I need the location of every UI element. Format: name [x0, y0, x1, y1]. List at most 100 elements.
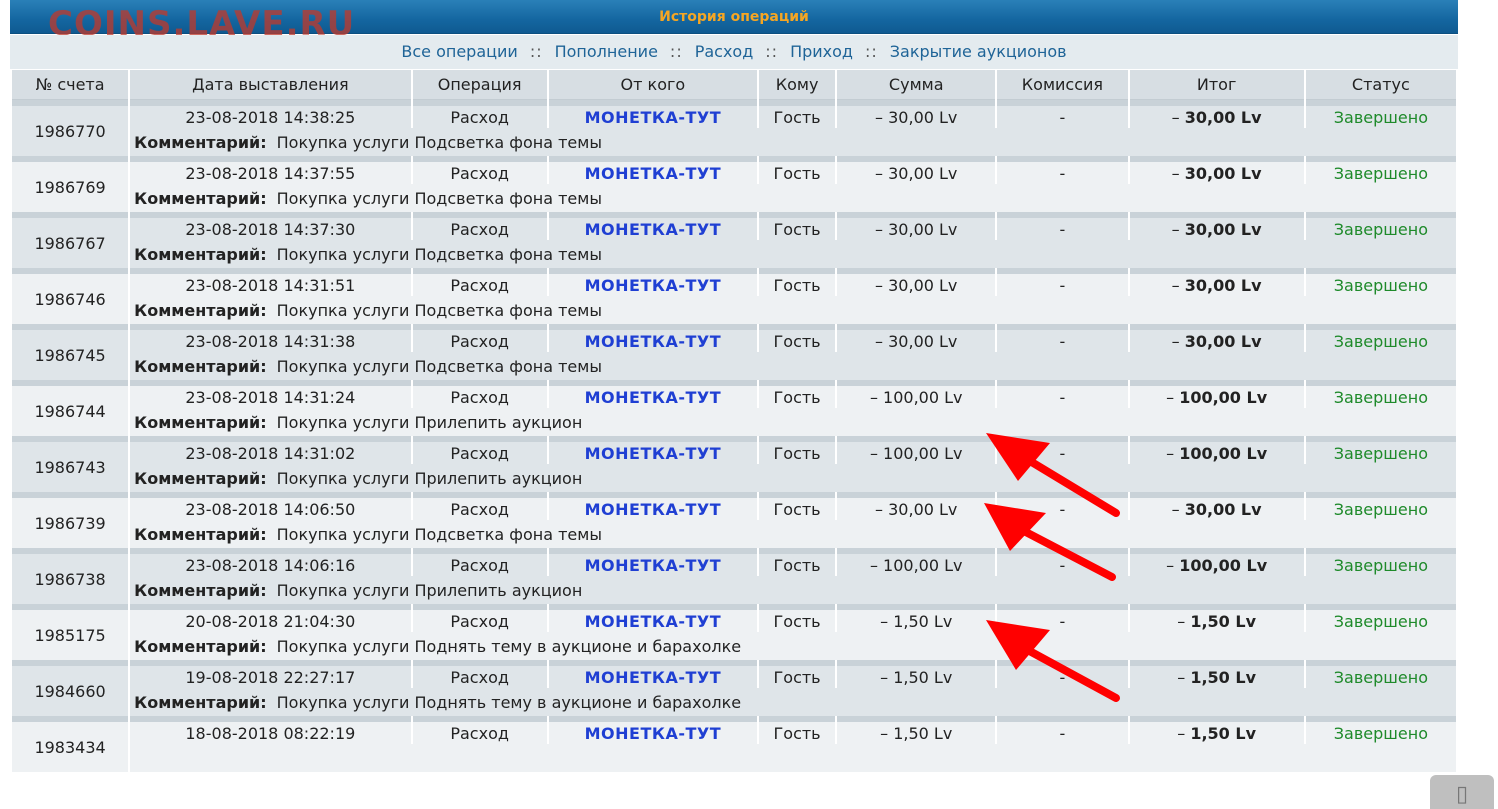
total-cell: – 1,50 Lv	[1129, 716, 1304, 744]
comment-text: Покупка услуги Поднять тему в аукционе и…	[276, 636, 742, 656]
operation-cell: Расход	[412, 548, 547, 576]
sender-link[interactable]: МОНЕТКА-ТУТ	[548, 604, 758, 632]
fee-cell: -	[997, 716, 1128, 744]
table-row: 1984660 19-08-2018 22:27:17 Расход МОНЕТКА-…	[12, 660, 1456, 716]
filter-link[interactable]: Пополнение	[555, 42, 658, 61]
sender-link[interactable]: МОНЕТКА-ТУТ	[548, 548, 758, 576]
recipient-cell: Гость	[759, 660, 836, 688]
account-number: 1986767	[12, 212, 129, 268]
filter-link[interactable]: Приход	[790, 42, 853, 61]
comment-cell: Комментарий: Покупка услуги Подсветка фон…	[130, 184, 1456, 212]
sender-link[interactable]: МОНЕТКА-ТУТ	[548, 268, 758, 296]
table-row: 1986739 23-08-2018 14:06:50 Расход МОНЕТКА-…	[12, 492, 1456, 548]
comment-row: Комментарий: Покупка услуги Подсветка фон…	[12, 128, 1456, 156]
recipient-cell: Гость	[759, 100, 836, 128]
recipient-cell: Гость	[759, 324, 836, 352]
account-number: 1986738	[12, 548, 129, 604]
comment-text: Покупка услуги Прилепить аукцион	[276, 412, 583, 432]
amount-cell: – 30,00 Lv	[837, 268, 996, 296]
comment-row: Комментарий: Покупка услуги Прилепить аук…	[12, 576, 1456, 604]
total-cell: – 100,00 Lv	[1129, 436, 1304, 464]
status-cell: Завершено	[1305, 324, 1456, 352]
comment-label: Комментарий:	[134, 524, 267, 544]
date-cell: 23-08-2018 14:31:51	[130, 268, 411, 296]
status-cell: Завершено	[1305, 100, 1456, 128]
sender-link[interactable]: МОНЕТКА-ТУТ	[548, 100, 758, 128]
fee-cell: -	[997, 380, 1128, 408]
amount-cell: – 1,50 Lv	[837, 604, 996, 632]
sender-link[interactable]: МОНЕТКА-ТУТ	[548, 380, 758, 408]
date-cell: 18-08-2018 08:22:19	[130, 716, 411, 744]
sender-link[interactable]: МОНЕТКА-ТУТ	[548, 324, 758, 352]
table-row: 1986745 23-08-2018 14:31:38 Расход МОНЕТКА-…	[12, 324, 1456, 380]
operation-cell: Расход	[412, 660, 547, 688]
sender-link[interactable]: МОНЕТКА-ТУТ	[548, 156, 758, 184]
sender-link[interactable]: МОНЕТКА-ТУТ	[548, 660, 758, 688]
amount-cell: – 30,00 Lv	[837, 492, 996, 520]
table-row: 1983434 18-08-2018 08:22:19 Расход МОНЕТКА-…	[12, 716, 1456, 772]
column-header: Кому	[759, 70, 836, 100]
filter-link[interactable]: Закрытие аукционов	[890, 42, 1067, 61]
date-cell: 23-08-2018 14:38:25	[130, 100, 411, 128]
comment-cell: Комментарий: Покупка услуги Подсветка фон…	[130, 128, 1456, 156]
sender-link[interactable]: МОНЕТКА-ТУТ	[548, 716, 758, 744]
status-cell: Завершено	[1305, 268, 1456, 296]
comment-cell: Комментарий: Покупка услуги Подсветка фон…	[130, 352, 1456, 380]
column-header: Итог	[1129, 70, 1304, 100]
filter-link[interactable]: Расход	[695, 42, 754, 61]
comment-row: Комментарий: Покупка услуги Подсветка фон…	[12, 184, 1456, 212]
comment-label: Комментарий:	[134, 468, 267, 488]
comment-label: Комментарий:	[134, 692, 267, 712]
date-cell: 23-08-2018 14:31:38	[130, 324, 411, 352]
status-cell: Завершено	[1305, 660, 1456, 688]
column-header: Операция	[412, 70, 547, 100]
date-cell: 23-08-2018 14:06:50	[130, 492, 411, 520]
table-row: 1986770 23-08-2018 14:38:25 Расход МОНЕТКА-…	[12, 100, 1456, 156]
recipient-cell: Гость	[759, 212, 836, 240]
comment-row: Комментарий: Покупка услуги Подсветка фон…	[12, 296, 1456, 324]
amount-cell: – 30,00 Lv	[837, 100, 996, 128]
comment-cell: Комментарий: Покупка услуги Подсветка фон…	[130, 240, 1456, 268]
operation-cell: Расход	[412, 156, 547, 184]
table-header: № счета Дата выставления Операция От кого Ко…	[12, 70, 1456, 100]
filter-link[interactable]: Все операции	[401, 42, 517, 61]
column-header: № счета	[12, 70, 129, 100]
sender-link[interactable]: МОНЕТКА-ТУТ	[548, 492, 758, 520]
account-number: 1986743	[12, 436, 129, 492]
comment-label: Комментарий:	[134, 132, 267, 152]
table-row: 1985175 20-08-2018 21:04:30 Расход МОНЕТКА-…	[12, 604, 1456, 660]
account-number: 1984660	[12, 660, 129, 716]
comment-label: Комментарий:	[134, 356, 267, 376]
red-arrow-annotation	[986, 620, 1120, 702]
recipient-cell: Гость	[759, 380, 836, 408]
comment-label: Комментарий:	[134, 300, 267, 320]
status-cell: Завершено	[1305, 436, 1456, 464]
scroll-to-top-button[interactable]: ▯	[1430, 775, 1494, 809]
comment-label: Комментарий:	[134, 636, 267, 656]
total-cell: – 30,00 Lv	[1129, 100, 1304, 128]
date-cell: 23-08-2018 14:31:02	[130, 436, 411, 464]
amount-cell: – 1,50 Lv	[837, 660, 996, 688]
comment-cell: Комментарий: Покупка услуги Прилепить аук…	[130, 408, 1456, 436]
table-row: 1986767 23-08-2018 14:37:30 Расход МОНЕТКА-…	[12, 212, 1456, 268]
sender-link[interactable]: МОНЕТКА-ТУТ	[548, 212, 758, 240]
amount-cell: – 30,00 Lv	[837, 212, 996, 240]
operation-cell: Расход	[412, 716, 547, 744]
column-header: Сумма	[837, 70, 996, 100]
table-row: 1986746 23-08-2018 14:31:51 Расход МОНЕТКА-…	[12, 268, 1456, 324]
sender-link[interactable]: МОНЕТКА-ТУТ	[548, 436, 758, 464]
comment-text: Покупка услуги Подсветка фона темы	[276, 188, 602, 208]
filter-separator: ::	[669, 42, 683, 61]
total-cell: – 30,00 Lv	[1129, 156, 1304, 184]
account-number: 1986770	[12, 100, 129, 156]
amount-cell: – 100,00 Lv	[837, 436, 996, 464]
comment-row: Комментарий: Покупка услуги Поднять тему …	[12, 688, 1456, 716]
comment-label: Комментарий:	[134, 412, 267, 432]
comment-text: Покупка услуги Подсветка фона темы	[276, 524, 602, 544]
operation-cell: Расход	[412, 324, 547, 352]
recipient-cell: Гость	[759, 716, 836, 744]
comment-row: Комментарий: Покупка услуги Прилепить аук…	[12, 464, 1456, 492]
status-cell: Завершено	[1305, 548, 1456, 576]
amount-cell: – 1,50 Lv	[837, 716, 996, 744]
operations-page: История операций COINS.LAVE.RU Все опера…	[10, 0, 1458, 809]
